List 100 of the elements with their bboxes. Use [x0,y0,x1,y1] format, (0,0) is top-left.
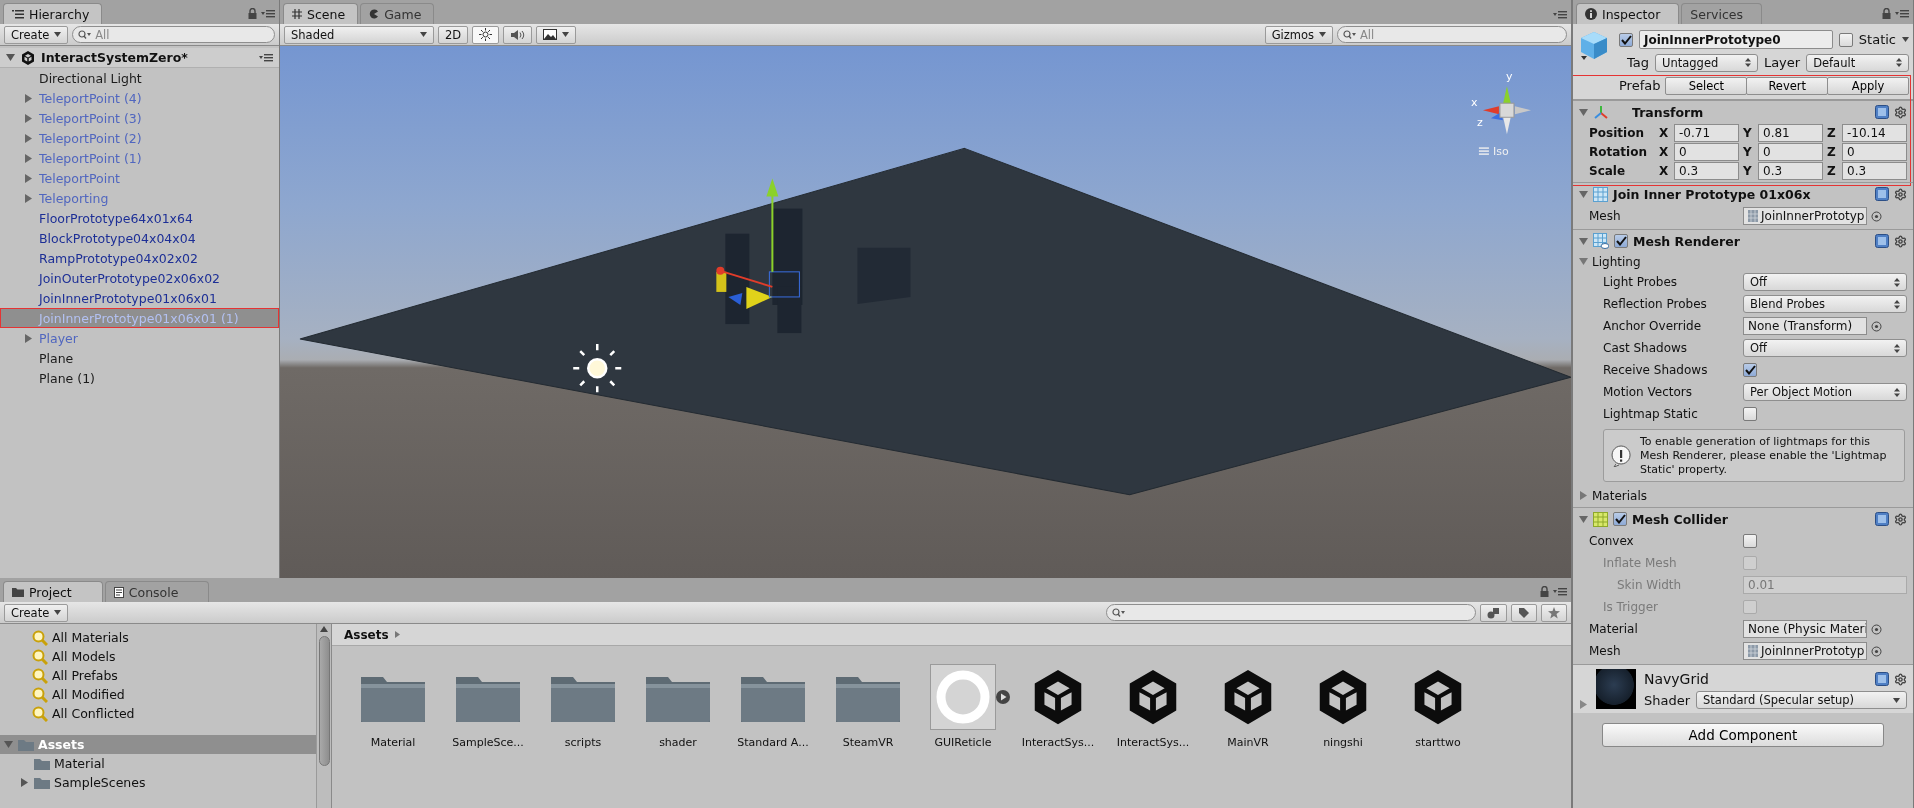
asset-name[interactable]: scripts [564,736,602,749]
checkbox[interactable] [1619,32,1633,47]
scene-tab[interactable]: Scene [283,3,359,24]
collapsed-arrow-icon[interactable] [1579,491,1588,501]
collapsed-arrow-icon[interactable] [24,193,33,203]
object-name-field[interactable]: JoinInnerPrototype0 [1639,30,1833,49]
expanded-arrow-icon[interactable] [1579,189,1588,199]
hierarchy-item[interactable]: BlockPrototype04x04x04 [0,228,279,248]
add-component-button[interactable]: Add Component [1602,723,1884,748]
project-tab[interactable]: Project [3,581,103,602]
object-picker-icon[interactable] [1871,320,1882,332]
hierarchy-item[interactable]: FloorPrototype64x01x64 [0,208,279,228]
hierarchy-tab[interactable]: Hierarchy [3,3,103,24]
layer-dropdown[interactable]: Default [1806,53,1909,72]
favorite-item[interactable]: All Prefabs [0,666,316,685]
settings-icon[interactable] [1894,105,1907,119]
number-field[interactable]: -10.14 [1842,123,1907,142]
expanded-arrow-icon[interactable] [1579,257,1588,266]
number-field[interactable]: 0 [1674,142,1739,161]
asset-name[interactable]: GUIReticle [934,736,992,749]
lock-icon[interactable] [1882,8,1891,19]
scrollbar[interactable] [316,624,331,808]
expanded-arrow-icon[interactable] [1579,514,1588,524]
section-label[interactable]: Lighting [1592,254,1641,269]
settings-icon[interactable] [1894,672,1907,686]
asset-name[interactable]: starttwo [1415,736,1461,749]
play-icon[interactable] [996,690,1010,704]
asset-name[interactable]: InteractSys... [1021,736,1095,749]
shading-dropdown[interactable]: Shaded [284,25,434,44]
hierarchy-item[interactable]: RampPrototype04x02x02 [0,248,279,268]
asset-name[interactable]: SteamVR [842,736,894,749]
help-icon[interactable] [1875,234,1889,248]
help-icon[interactable] [1875,187,1889,201]
object-field[interactable]: JoinInnerPrototyp [1743,642,1867,661]
number-field[interactable]: 0.3 [1758,161,1823,180]
settings-icon[interactable] [1894,187,1907,201]
checkbox[interactable] [1614,234,1628,248]
menu-icon[interactable] [1895,9,1909,18]
checkbox[interactable] [1613,512,1627,527]
favorite-button[interactable] [1541,603,1567,622]
breadcrumb-label[interactable]: Assets [344,627,389,642]
expanded-arrow-icon[interactable] [1579,107,1588,117]
dropdown[interactable]: Blend Probes [1743,295,1907,313]
ring-texture-thumbnail[interactable] [930,664,996,730]
effects-dropdown[interactable] [536,25,577,44]
search-field[interactable] [1106,604,1476,621]
create-button[interactable]: Create [4,603,69,622]
number-field[interactable]: 0.3 [1842,161,1907,180]
object-picker-icon[interactable] [1871,645,1882,657]
hierarchy-item[interactable]: Plane [0,348,279,368]
lighting-toggle[interactable] [472,25,500,44]
number-field[interactable]: 0 [1842,142,1907,161]
lock-icon[interactable] [1540,586,1549,597]
collapsed-arrow-icon[interactable] [20,778,29,787]
object-picker-icon[interactable] [1871,623,1882,635]
dropdown[interactable]: Off [1743,273,1907,291]
menu-icon[interactable] [1553,587,1567,596]
scroll-up-icon[interactable] [320,626,328,632]
section-label[interactable]: Materials [1592,488,1647,503]
inspector-tab[interactable]: Inspector [1576,3,1680,24]
hierarchy-item[interactable]: Directional Light [0,68,279,88]
expanded-arrow-icon[interactable] [6,53,15,62]
collapsed-arrow-icon[interactable] [24,133,33,143]
asset-name[interactable]: shader [659,736,697,749]
hierarchy-item[interactable]: JoinInnerPrototype01x06x01 [0,288,279,308]
hierarchy-item[interactable]: JoinOuterPrototype02x06x02 [0,268,279,288]
menu-icon[interactable] [261,9,275,18]
number-field[interactable]: 0.81 [1758,123,1823,142]
object-field[interactable]: JoinInnerPrototyp [1743,207,1867,225]
create-button[interactable]: Create [4,25,69,44]
scrollbar-thumb[interactable] [318,636,330,766]
asset-name[interactable]: Material [370,736,416,749]
audio-toggle[interactable] [503,25,533,44]
shader-dropdown[interactable]: Standard (Specular setup) [1696,691,1907,710]
search-field[interactable]: All [1337,26,1567,43]
number-field[interactable]: -0.71 [1674,123,1739,142]
help-icon[interactable] [1875,512,1889,527]
search-field[interactable]: All [72,26,275,43]
object-picker-icon[interactable] [1871,210,1882,222]
orientation-gizmo[interactable] [1482,86,1531,135]
favorite-item[interactable]: All Models [0,647,316,666]
object-field[interactable]: None (Transform) [1743,317,1867,335]
asset-name[interactable]: Standard A... [737,736,809,749]
prefab-button[interactable]: Revert [1746,76,1829,95]
hierarchy-item[interactable]: Plane (1) [0,368,279,388]
favorite-item[interactable]: All Modified [0,685,316,704]
number-field[interactable]: 0 [1758,142,1823,161]
expanded-arrow-icon[interactable] [4,740,13,749]
expanded-arrow-icon[interactable] [1579,236,1588,246]
tag-dropdown[interactable]: Untagged [1655,53,1758,72]
folder-tree-item[interactable]: SampleScenes [0,773,316,792]
collapsed-arrow-icon[interactable] [24,153,33,163]
help-icon[interactable] [1875,105,1889,119]
prefab-button[interactable]: Select [1665,76,1748,95]
settings-icon[interactable] [1894,512,1907,526]
checkbox[interactable] [1743,407,1757,421]
checkbox[interactable] [1838,32,1853,47]
collapsed-arrow-icon[interactable] [24,113,33,123]
favorite-item[interactable]: All Materials [0,628,316,647]
collapsed-arrow-icon[interactable] [1579,700,1588,710]
